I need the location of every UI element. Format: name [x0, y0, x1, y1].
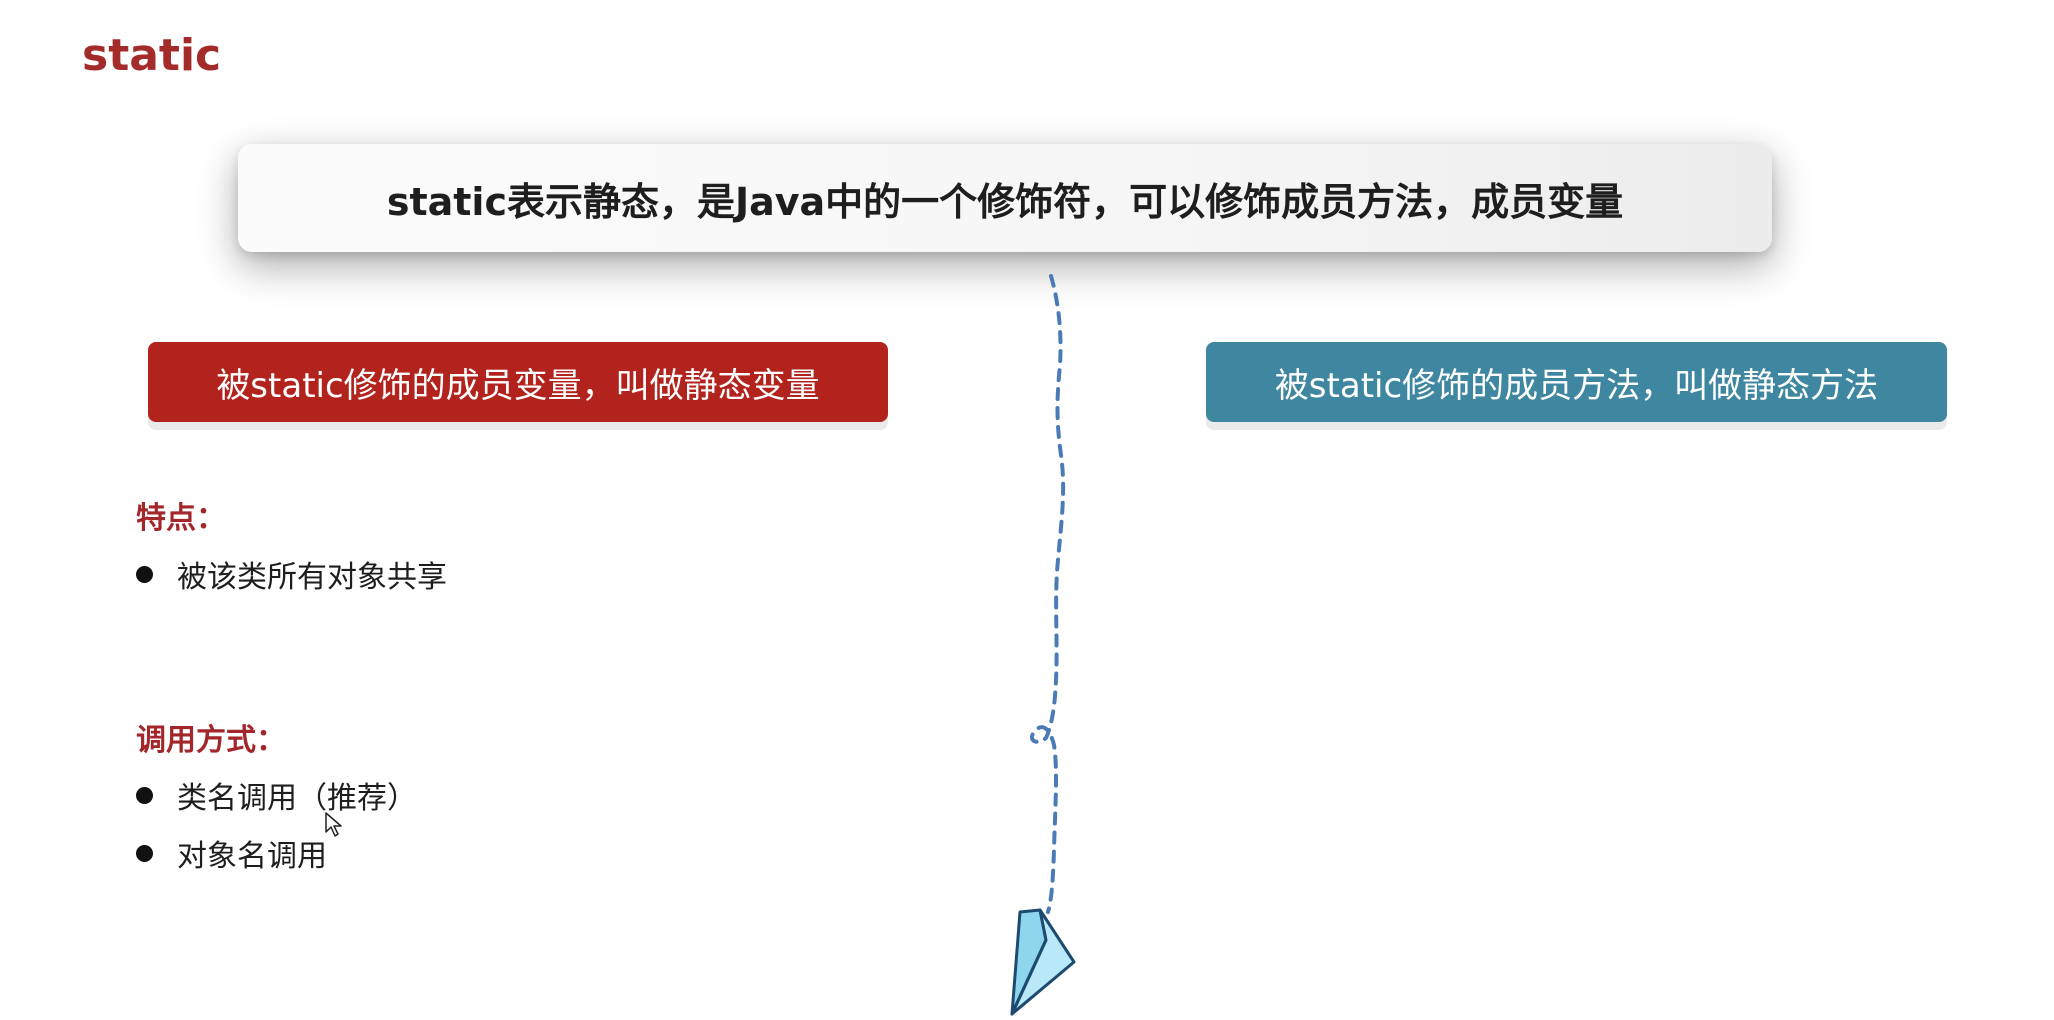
- dashed-flight-path: [1010, 274, 1076, 1016]
- mouse-cursor-icon: [325, 812, 342, 837]
- paper-plane-icon: [1010, 908, 1076, 1016]
